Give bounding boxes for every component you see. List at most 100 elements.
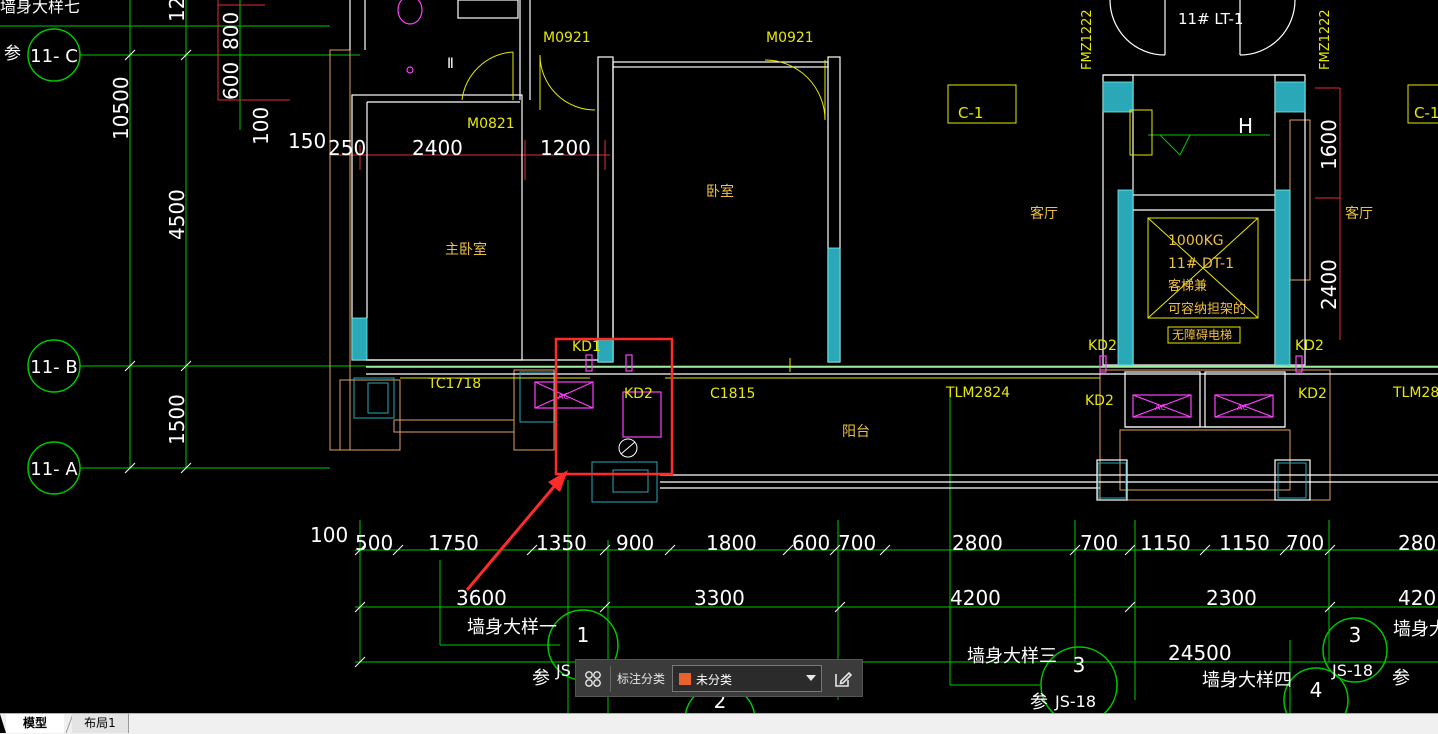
label-kd2-d: KD2 bbox=[1085, 393, 1114, 409]
dim-1200-room: 1200 bbox=[540, 136, 591, 160]
level-h: H bbox=[1238, 114, 1253, 138]
chevron-down-icon bbox=[806, 675, 816, 681]
detail-title-1: 墙身大样一 bbox=[467, 617, 557, 638]
dim-row2-420: 420 bbox=[1398, 586, 1436, 610]
door-m0921-a: M0921 bbox=[543, 30, 591, 46]
stair-lt1: 11# LT-1 bbox=[1178, 10, 1243, 28]
dim-row1-700a: 700 bbox=[838, 531, 876, 555]
axis-label-b: 11- B bbox=[30, 357, 77, 378]
room-living-2: 客厅 bbox=[1345, 205, 1373, 222]
detail-num-3b: 3 bbox=[1349, 623, 1362, 647]
dim-row1-1350: 1350 bbox=[536, 531, 587, 555]
detail-ref-right: 参 bbox=[1392, 668, 1410, 689]
tab-layout1[interactable]: 布局1 bbox=[72, 714, 129, 733]
edit-icon[interactable] bbox=[832, 668, 854, 690]
door-tlm28: TLM28 bbox=[1392, 385, 1438, 401]
dim-row1-900: 900 bbox=[616, 531, 654, 555]
ac-label-3: AC bbox=[1237, 403, 1248, 412]
room-master-bedroom: 主卧室 bbox=[445, 241, 487, 258]
dim-total-24500: 24500 bbox=[1168, 641, 1232, 665]
detail-title-4: 墙身大样四 bbox=[1202, 670, 1292, 691]
dim-row1-1750: 1750 bbox=[428, 531, 479, 555]
category-color-swatch bbox=[679, 673, 691, 685]
detail-ref-3: 参 bbox=[1030, 692, 1048, 713]
tag-category-select[interactable]: 未分类 bbox=[672, 665, 822, 692]
axis-label-a: 11- A bbox=[30, 459, 78, 480]
dim-row1-700c: 700 bbox=[1286, 531, 1324, 555]
dim-row1-500: 500 bbox=[355, 531, 393, 555]
dim-row1-2800: 2800 bbox=[952, 531, 1003, 555]
room-balcony: 阳台 bbox=[842, 424, 870, 440]
layout-tab-bar: 模型 布局1 bbox=[0, 713, 1438, 734]
door-m0921-b: M0921 bbox=[766, 30, 814, 46]
elevator-desc-3: 无障碍电梯 bbox=[1172, 327, 1232, 342]
label-kd2-e: KD2 bbox=[1298, 386, 1327, 402]
window-c1-b: C-1 bbox=[1414, 104, 1438, 122]
window-c1815: C1815 bbox=[710, 386, 755, 402]
tag-category-label: 标注分类 bbox=[617, 672, 666, 686]
dim-100-left: 100 bbox=[249, 107, 273, 145]
dim-row2-2300: 2300 bbox=[1206, 586, 1257, 610]
dim-2400-right: 2400 bbox=[1317, 259, 1341, 310]
detail-num-3: 3 bbox=[1073, 653, 1086, 677]
label-kd2-b: KD2 bbox=[1088, 338, 1117, 354]
dim-600: 600 bbox=[219, 62, 243, 100]
fire-door-a: FMZ1222 bbox=[1080, 9, 1095, 70]
detail-ref-1: 参 bbox=[532, 668, 550, 689]
detail-title-3: 墙身大样三 bbox=[967, 646, 1057, 667]
ac-label-1: AC bbox=[558, 392, 569, 401]
dim-row2-3600: 3600 bbox=[456, 586, 507, 610]
roman-two: Ⅱ bbox=[447, 56, 454, 72]
dim-row1-700b: 700 bbox=[1080, 531, 1118, 555]
elevator-desc-2: 可容纳担架的 bbox=[1168, 301, 1246, 317]
tag-category-toolbar: 标注分类 未分类 bbox=[575, 659, 863, 697]
dim-row1-600: 600 bbox=[792, 531, 830, 555]
ac-label-2: AC bbox=[1155, 403, 1166, 412]
dim-1200: 1200 bbox=[165, 0, 189, 22]
dim-10500: 10500 bbox=[109, 76, 133, 140]
dim-row2-3300: 3300 bbox=[694, 586, 745, 610]
dim-2400: 2400 bbox=[412, 136, 463, 160]
dim-row1-1150a: 1150 bbox=[1140, 531, 1191, 555]
dim-row2-4200: 4200 bbox=[950, 586, 1001, 610]
window-tc1718: TC1718 bbox=[427, 376, 481, 392]
label-kd1: KD1 bbox=[572, 339, 601, 355]
door-m0821: M0821 bbox=[467, 116, 515, 132]
door-tlm2824: TLM2824 bbox=[945, 385, 1010, 401]
dim-1600: 1600 bbox=[1317, 119, 1341, 170]
toolbar-separator bbox=[610, 666, 611, 692]
room-living-1: 客厅 bbox=[1030, 205, 1058, 222]
elevator-desc-1: 客梯兼 bbox=[1168, 278, 1207, 294]
cad-drawing-canvas[interactable]: 墙身大样七 参 11- C 11- B 11- A 1200 800 600 1… bbox=[0, 0, 1438, 713]
tab-model[interactable]: 模型 bbox=[6, 714, 64, 733]
elevator-code: 11# DT-1 bbox=[1168, 256, 1234, 272]
highlight-box bbox=[554, 337, 674, 476]
dim-150: 150 bbox=[288, 129, 326, 153]
detail-num-1: 1 bbox=[577, 623, 590, 647]
detail-num-4: 4 bbox=[1310, 678, 1323, 702]
dim-row1-1800: 1800 bbox=[706, 531, 757, 555]
dim-row1-1150b: 1150 bbox=[1219, 531, 1270, 555]
dim-800: 800 bbox=[219, 12, 243, 50]
dim-250: 250 bbox=[328, 136, 366, 160]
window-c1-a: C-1 bbox=[958, 104, 983, 122]
detail-js18-right: JS-18 bbox=[1331, 661, 1373, 680]
dim-row1-100: 100 bbox=[310, 523, 348, 547]
elevator-capacity: 1000KG bbox=[1168, 233, 1224, 249]
ref-top: 参 bbox=[4, 44, 21, 64]
wall-detail-top: 墙身大样七 bbox=[0, 0, 80, 16]
fire-door-b: FMZ1222 bbox=[1318, 9, 1333, 70]
room-bedroom: 卧室 bbox=[706, 183, 734, 200]
detail-js-short: JS bbox=[555, 661, 571, 680]
label-kd2-a: KD2 bbox=[624, 386, 653, 402]
dim-4500: 4500 bbox=[165, 189, 189, 240]
four-circles-icon[interactable] bbox=[584, 670, 602, 688]
dim-row1-280: 280 bbox=[1398, 531, 1436, 555]
dim-1500: 1500 bbox=[165, 394, 189, 445]
detail-js18-3: JS-18 bbox=[1054, 692, 1096, 711]
label-kd2-c: KD2 bbox=[1295, 338, 1324, 354]
detail-title-right: 墙身大样 bbox=[1393, 619, 1438, 640]
floor-plan: 墙身大样七 参 11- C 11- B 11- A 1200 800 600 1… bbox=[0, 0, 1438, 713]
tag-category-value: 未分类 bbox=[696, 673, 733, 687]
axis-label-c: 11- C bbox=[30, 46, 78, 67]
